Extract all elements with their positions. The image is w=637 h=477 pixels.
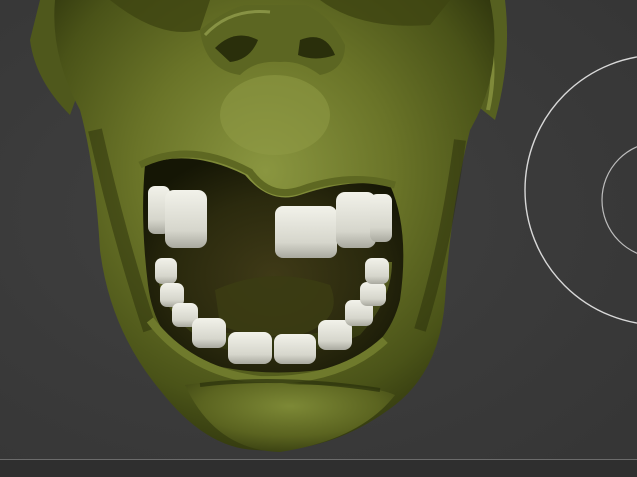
timeline-bar[interactable] xyxy=(0,459,637,477)
tooth xyxy=(275,206,337,258)
tooth xyxy=(318,320,352,350)
rotate-gizmo-icon[interactable] xyxy=(524,55,637,325)
tooth xyxy=(370,194,392,242)
tooth xyxy=(360,282,386,306)
tooth xyxy=(165,190,207,248)
tooth xyxy=(155,258,177,284)
sculpt-canvas[interactable] xyxy=(0,0,637,477)
tooth xyxy=(274,334,316,364)
tooth xyxy=(192,318,226,348)
tooth xyxy=(228,332,272,364)
sculpt-viewport[interactable] xyxy=(0,0,637,477)
tooth xyxy=(365,258,389,284)
chin xyxy=(185,381,395,452)
